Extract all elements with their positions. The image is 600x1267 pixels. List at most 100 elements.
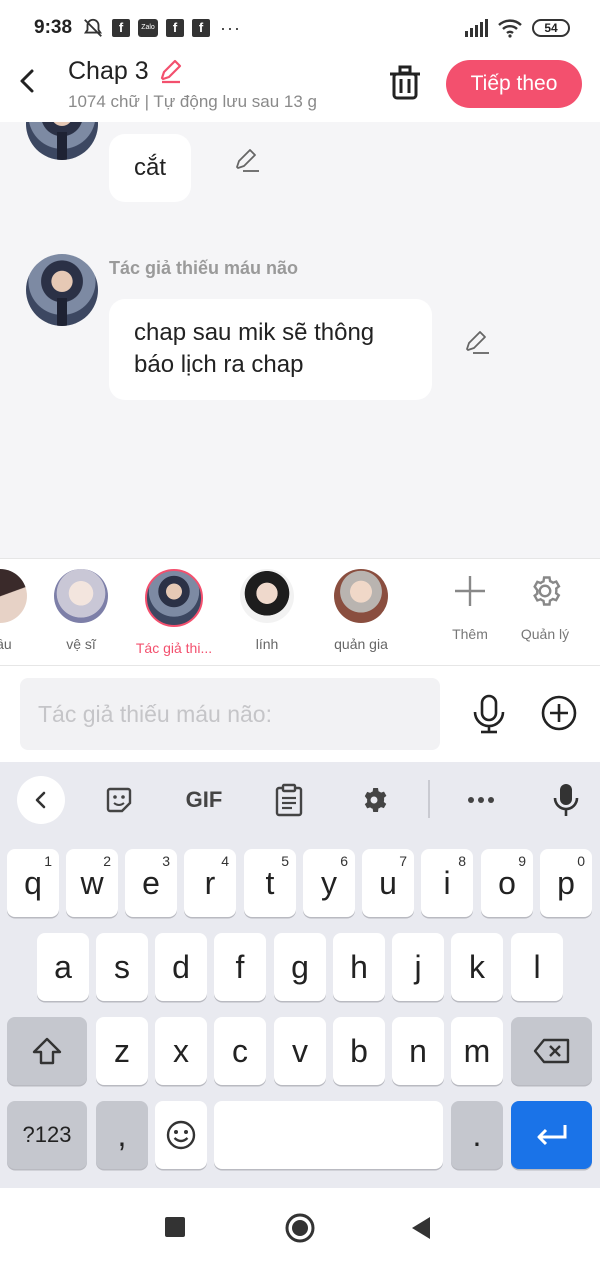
key-x[interactable]: x <box>155 1017 207 1085</box>
character-item[interactable]: lính <box>222 569 312 652</box>
key-w[interactable]: w2 <box>66 849 118 917</box>
voice-input-button[interactable] <box>542 776 590 824</box>
next-button[interactable]: Tiếp theo <box>446 60 582 108</box>
shift-key[interactable] <box>7 1017 87 1085</box>
status-time: 9:38 <box>34 17 73 38</box>
gear-icon <box>364 788 387 812</box>
speaker-name: Tác giả thiếu máu não <box>109 258 299 278</box>
key-b[interactable]: b <box>333 1017 385 1085</box>
emoji-key[interactable] <box>155 1101 207 1169</box>
key-h[interactable]: h <box>333 933 385 1001</box>
key-j[interactable]: j <box>392 933 444 1001</box>
sticker-icon <box>106 787 132 813</box>
character-name: vệ sĩ <box>66 636 96 652</box>
key-u[interactable]: u7 <box>362 849 414 917</box>
back-arrow-icon[interactable] <box>14 66 42 96</box>
more-notifications-icon: ··· <box>220 17 241 38</box>
system-nav-bar <box>0 1188 600 1267</box>
message-bubble[interactable]: cắt <box>109 134 192 202</box>
chat-area[interactable]: cắt Tác giả thiếu máu não chap sau mik s… <box>0 122 600 558</box>
recents-button[interactable] <box>165 1217 185 1237</box>
key-g[interactable]: g <box>274 933 326 1001</box>
status-bar: 9:38 f Zalo f f ··· 54 <box>0 0 600 56</box>
message-input[interactable] <box>20 678 440 750</box>
edit-message-pencil-icon[interactable] <box>463 328 491 356</box>
symbols-key[interactable]: ?123 <box>7 1101 87 1169</box>
facebook-icon: f <box>192 19 210 37</box>
manage-characters-button[interactable]: Quản lý <box>510 573 580 642</box>
collapse-toolbar-button[interactable] <box>17 776 65 824</box>
character-item-selected[interactable]: Tác giả thi... <box>129 569 219 656</box>
character-avatar <box>145 569 203 627</box>
backspace-key[interactable] <box>511 1017 592 1085</box>
battery-icon: 54 <box>532 19 570 37</box>
key-o[interactable]: o9 <box>481 849 533 917</box>
enter-key[interactable] <box>511 1101 592 1169</box>
sticker-button[interactable] <box>95 776 143 824</box>
on-screen-keyboard: GIF q1 w2 e3 r4 t5 y6 u7 i8 o9 p0 a s d … <box>0 762 600 1188</box>
message-bubble[interactable]: chap sau mik sẽ thông báo lịch ra chap <box>109 299 432 400</box>
key-s[interactable]: s <box>96 933 148 1001</box>
key-e[interactable]: e3 <box>125 849 177 917</box>
mute-notifications-icon <box>83 18 103 37</box>
character-avatar <box>240 569 294 623</box>
chapter-title[interactable]: Chap 3 <box>68 57 149 86</box>
clipboard-button[interactable] <box>265 776 313 824</box>
key-n[interactable]: n <box>392 1017 444 1085</box>
character-name: Tác giả thi... <box>135 640 213 656</box>
character-item[interactable]: vệ sĩ <box>36 569 126 652</box>
add-label: Thêm <box>452 626 488 642</box>
more-options-button[interactable] <box>457 776 505 824</box>
gear-icon <box>533 576 561 606</box>
message-text-line: báo lịch ra chap <box>134 351 304 378</box>
key-y[interactable]: y6 <box>303 849 355 917</box>
shift-arrow-icon <box>32 1037 62 1065</box>
key-v[interactable]: v <box>274 1017 326 1085</box>
add-circle-icon[interactable] <box>540 694 578 732</box>
character-selector: nầu vệ sĩ Tác giả thi... lính quản gia T… <box>0 558 600 666</box>
back-triangle-icon[interactable] <box>410 1215 432 1241</box>
character-name: lính <box>255 636 279 652</box>
add-character-button[interactable]: Thêm <box>435 573 505 642</box>
avatar[interactable] <box>26 254 98 326</box>
key-c[interactable]: c <box>214 1017 266 1085</box>
character-item[interactable]: quản gia <box>316 569 406 652</box>
key-d[interactable]: d <box>155 933 207 1001</box>
plus-icon <box>455 576 485 606</box>
key-l[interactable]: l <box>511 933 563 1001</box>
more-horizontal-icon <box>468 797 494 803</box>
space-key[interactable] <box>214 1101 443 1169</box>
system-icons: 54 <box>464 18 570 38</box>
smiley-icon <box>166 1120 196 1150</box>
key-q[interactable]: q1 <box>7 849 59 917</box>
facebook-icon: f <box>166 19 184 37</box>
home-button[interactable] <box>285 1213 315 1243</box>
key-a[interactable]: a <box>37 933 89 1001</box>
key-k[interactable]: k <box>451 933 503 1001</box>
key-f[interactable]: f <box>214 933 266 1001</box>
message-text-line: chap sau mik sẽ thông <box>134 319 375 346</box>
character-avatar <box>54 569 108 623</box>
comma-key[interactable]: , <box>96 1101 148 1169</box>
gif-button[interactable]: GIF <box>180 776 228 824</box>
key-t[interactable]: t5 <box>244 849 296 917</box>
microphone-icon[interactable] <box>470 694 508 734</box>
key-m[interactable]: m <box>451 1017 503 1085</box>
keyboard-settings-button[interactable] <box>350 776 398 824</box>
wifi-icon <box>498 19 522 38</box>
period-key[interactable]: . <box>451 1101 503 1169</box>
signal-icon <box>465 19 488 37</box>
zalo-icon: Zalo <box>138 19 158 37</box>
key-i[interactable]: i8 <box>421 849 473 917</box>
edit-title-pencil-icon[interactable] <box>158 58 184 84</box>
key-p[interactable]: p0 <box>540 849 592 917</box>
backspace-icon <box>533 1038 569 1064</box>
avatar[interactable] <box>26 122 98 160</box>
key-r[interactable]: r4 <box>184 849 236 917</box>
key-z[interactable]: z <box>96 1017 148 1085</box>
toolbar-divider <box>428 780 430 818</box>
edit-message-pencil-icon[interactable] <box>233 146 261 174</box>
keyboard-toolbar: GIF <box>0 762 600 838</box>
trash-icon[interactable] <box>388 64 422 100</box>
message-text: cắt <box>134 154 167 181</box>
